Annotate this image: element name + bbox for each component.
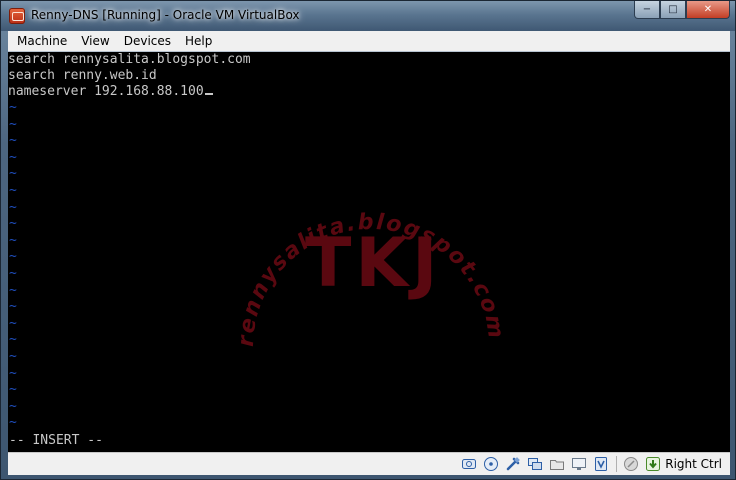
shared-folders-icon[interactable] (549, 456, 565, 472)
empty-line-tilde: ~ (9, 282, 17, 298)
window-title: Renny-DNS [Running] - Oracle VM VirtualB… (31, 8, 300, 22)
terminal-line: nameserver 192.168.88.100 (8, 84, 213, 100)
optical-drive-icon[interactable] (483, 456, 499, 472)
status-separator (616, 456, 618, 472)
terminal-line: search rennysalita.blogspot.com (8, 52, 251, 67)
mouse-integration-icon[interactable] (623, 456, 639, 472)
minimize-button[interactable]: − (634, 1, 660, 19)
virtualbox-app-icon[interactable] (9, 8, 25, 24)
empty-line-tilde: ~ (9, 266, 17, 281)
window-controls: − □ ✕ (634, 1, 730, 20)
text-cursor (204, 93, 213, 95)
empty-line-tilde: ~ (9, 382, 17, 398)
terminal-line-text: nameserver 192.168.88.100 (8, 84, 204, 99)
watermark-logo: TKJ (305, 224, 442, 303)
menu-view[interactable]: View (74, 31, 116, 51)
empty-line-tilde: ~ (9, 349, 17, 364)
vm-screen[interactable]: search rennysalita.blogspot.com search r… (8, 52, 730, 452)
empty-line-tilde: ~ (9, 332, 17, 348)
vim-mode-indicator: -- INSERT -- (9, 433, 103, 448)
close-button[interactable]: ✕ (686, 1, 730, 19)
maximize-button[interactable]: □ (660, 1, 686, 19)
menu-machine[interactable]: Machine (8, 31, 74, 51)
empty-line-tilde: ~ (9, 232, 17, 248)
keyboard-capture-icon[interactable] (645, 456, 661, 472)
usb-icon[interactable] (505, 456, 521, 472)
empty-line-tilde: ~ (9, 166, 17, 182)
empty-line-tilde: ~ (9, 216, 17, 232)
empty-line-tilde: ~ (9, 116, 17, 132)
virtualization-icon[interactable] (593, 456, 609, 472)
empty-line-tilde: ~ (9, 299, 17, 315)
empty-line-tilde: ~ (9, 249, 17, 265)
empty-line-tilde: ~ (9, 133, 17, 149)
virtualbox-window: Renny-DNS [Running] - Oracle VM VirtualB… (0, 0, 736, 480)
empty-line-tilde: ~ (9, 415, 17, 431)
title-bar[interactable]: Renny-DNS [Running] - Oracle VM VirtualB… (1, 1, 735, 31)
status-icons: Right Ctrl (455, 455, 722, 473)
network-icon[interactable] (527, 456, 543, 472)
status-bar: Right Ctrl (8, 452, 730, 475)
empty-line-tilde: ~ (9, 315, 17, 331)
empty-line-tilde: ~ (9, 100, 17, 115)
terminal-line: search renny.web.id (8, 68, 157, 83)
empty-line-tilde: ~ (9, 365, 17, 381)
menu-bar: Machine View Devices Help (8, 31, 730, 52)
empty-line-tilde: ~ (9, 199, 17, 215)
menu-help[interactable]: Help (178, 31, 219, 51)
empty-line-tilde: ~ (9, 149, 17, 165)
display-icon[interactable] (571, 456, 587, 472)
empty-line-tilde: ~ (9, 398, 17, 414)
host-key-label[interactable]: Right Ctrl (665, 457, 722, 471)
menu-devices[interactable]: Devices (117, 31, 178, 51)
hard-disk-icon[interactable] (461, 456, 477, 472)
empty-line-tilde: ~ (9, 183, 17, 198)
